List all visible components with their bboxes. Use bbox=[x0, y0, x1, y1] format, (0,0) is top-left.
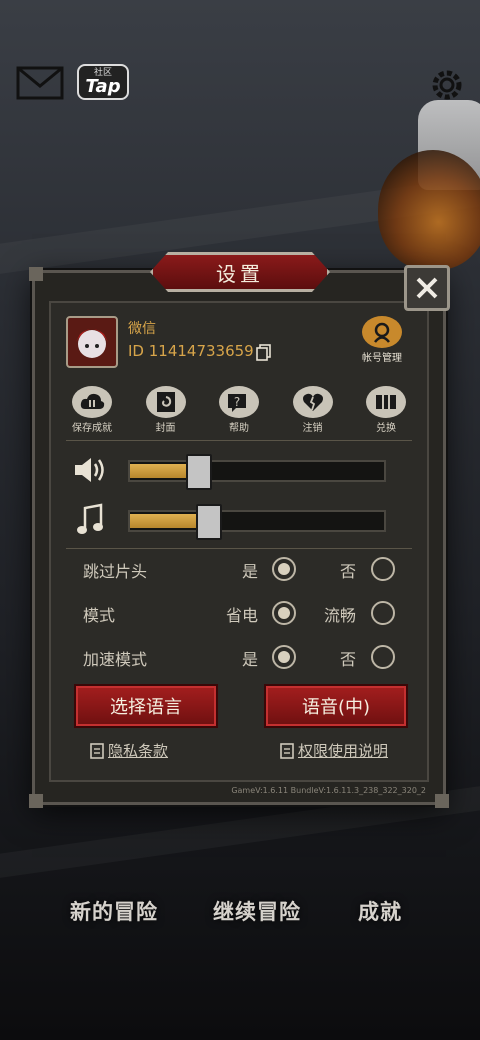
account-management-label: 帐号管理 bbox=[362, 353, 402, 364]
help-button[interactable]: ? 帮助 bbox=[213, 386, 265, 434]
swirl-icon bbox=[156, 392, 175, 412]
avatar bbox=[66, 316, 118, 368]
cloud-sync-icon bbox=[80, 393, 105, 409]
skip-intro-yes-radio[interactable] bbox=[272, 557, 296, 581]
voice-language-button[interactable]: 语音(中) bbox=[264, 684, 408, 728]
music-volume-thumb[interactable] bbox=[195, 504, 222, 540]
mode-power-saving-radio[interactable] bbox=[272, 601, 296, 625]
permissions-link-label: 权限使用说明 bbox=[298, 742, 389, 760]
option-label: 模式 bbox=[83, 606, 116, 625]
permissions-link[interactable]: 权限使用说明 bbox=[280, 740, 388, 761]
mode-smooth-radio[interactable] bbox=[371, 601, 395, 625]
action-label: 保存成就 bbox=[72, 423, 112, 434]
tap-label: Tap bbox=[85, 75, 121, 97]
help-icon: ? bbox=[228, 394, 246, 412]
accelerate-yes-radio[interactable] bbox=[272, 645, 296, 669]
action-row: 保存成就 封面 ? 帮助 注销 兑换 bbox=[66, 386, 412, 434]
corner-ornament bbox=[29, 794, 43, 808]
select-language-button[interactable]: 选择语言 bbox=[74, 684, 218, 728]
profile-name: 微信 bbox=[128, 321, 156, 337]
action-label: 注销 bbox=[302, 423, 323, 434]
option-a-label: 是 bbox=[241, 650, 258, 669]
gear-icon[interactable] bbox=[426, 64, 468, 106]
option-label: 跳过片头 bbox=[83, 562, 148, 581]
music-volume-slider[interactable] bbox=[128, 504, 386, 540]
copy-icon[interactable] bbox=[256, 344, 272, 362]
option-b-label: 否 bbox=[339, 650, 356, 669]
speaker-icon bbox=[70, 452, 110, 488]
save-achievements-button[interactable]: 保存成就 bbox=[66, 386, 118, 434]
cover-button[interactable]: 封面 bbox=[140, 386, 192, 434]
document-icon bbox=[280, 742, 294, 759]
action-label: 封面 bbox=[155, 423, 176, 434]
option-label: 加速模式 bbox=[83, 650, 148, 669]
divider bbox=[66, 548, 412, 549]
divider bbox=[66, 440, 412, 441]
corner-ornament bbox=[29, 267, 43, 281]
skip-intro-option: 跳过片头 是 否 bbox=[66, 554, 412, 584]
mode-option: 模式 省电 流畅 bbox=[66, 598, 412, 628]
action-label: 帮助 bbox=[229, 423, 249, 434]
privacy-link-label: 隐私条款 bbox=[108, 742, 169, 760]
broken-heart-icon bbox=[302, 393, 323, 411]
mail-icon[interactable] bbox=[16, 66, 64, 100]
close-button[interactable] bbox=[404, 265, 450, 311]
privacy-link[interactable]: 隐私条款 bbox=[90, 740, 168, 761]
close-icon bbox=[416, 277, 438, 299]
logout-button[interactable]: 注销 bbox=[287, 386, 339, 434]
tap-community-button[interactable]: 社区 Tap bbox=[76, 62, 130, 102]
profile-id: ID 11414733659 bbox=[128, 342, 254, 360]
music-volume-row bbox=[66, 498, 412, 542]
new-adventure-button[interactable]: 新的冒险 bbox=[70, 896, 158, 926]
account-icon bbox=[374, 322, 390, 343]
music-note-icon bbox=[70, 502, 110, 538]
gift-box-icon bbox=[376, 395, 396, 409]
sound-volume-row bbox=[66, 448, 412, 492]
sound-volume-slider[interactable] bbox=[128, 454, 386, 490]
skip-intro-no-radio[interactable] bbox=[371, 557, 395, 581]
pumpkin-decoration bbox=[378, 150, 480, 270]
corner-ornament bbox=[435, 794, 449, 808]
account-management-button[interactable]: 帐号管理 bbox=[356, 316, 408, 364]
achievements-button[interactable]: 成就 bbox=[358, 896, 402, 926]
accelerate-option: 加速模式 是 否 bbox=[66, 642, 412, 672]
option-a-label: 省电 bbox=[225, 606, 258, 625]
sound-volume-thumb[interactable] bbox=[185, 454, 212, 490]
settings-title: 设置 bbox=[150, 252, 330, 292]
redeem-button[interactable]: 兑换 bbox=[360, 386, 412, 434]
option-b-label: 流畅 bbox=[323, 606, 356, 625]
profile-section: 微信 ID 11414733659 帐号管理 bbox=[66, 316, 412, 368]
action-label: 兑换 bbox=[376, 423, 396, 434]
option-a-label: 是 bbox=[241, 562, 258, 581]
document-icon bbox=[90, 742, 104, 759]
continue-adventure-button[interactable]: 继续冒险 bbox=[213, 896, 301, 926]
option-b-label: 否 bbox=[339, 562, 356, 581]
version-text: GameV:1.6.11 BundleV:1.6.11.3_238_322_32… bbox=[231, 786, 426, 795]
accelerate-no-radio[interactable] bbox=[371, 645, 395, 669]
svg-text:?: ? bbox=[234, 395, 240, 409]
